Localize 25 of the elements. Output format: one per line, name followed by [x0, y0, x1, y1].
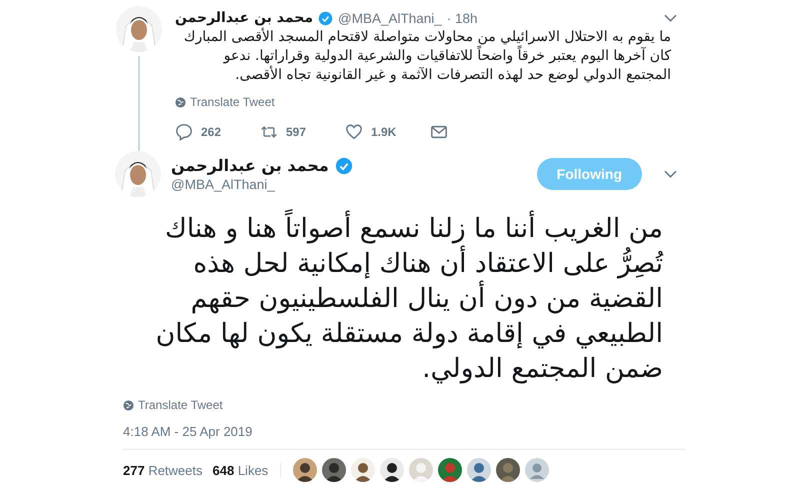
user-handle[interactable]: @MBA_AlThani_	[171, 177, 353, 192]
tweet-timestamp[interactable]: 4:18 AM - 25 Apr 2019	[123, 424, 685, 439]
envelope-icon[interactable]	[430, 123, 448, 141]
heart-icon[interactable]	[345, 123, 363, 141]
globe-icon	[123, 400, 134, 410]
action-count: 1.9K	[371, 125, 396, 139]
user-name[interactable]: محمد بن عبدالرحمن	[175, 10, 314, 26]
tweet-text: من الغريب أننا ما زلنا نسمع أصواتاً هنا و هناك تُصِرُّ على الاعتقاد أن هناك إمكانية لحل هذه القضية من دون أن ينال الفلسطينيون حقهم الطبيعي في إقامة دولة مستقلة يكون لها مكان ضمن المجتمع الدولي.	[145, 211, 663, 386]
stat-count[interactable]: 277 Retweets	[123, 462, 203, 478]
verified-badge-icon	[334, 156, 353, 174]
action-count: 262	[201, 125, 222, 139]
tweet-text: ما يقوم به الاحتلال الاسرائيلي من محاولات متواصلة لاقتحام المسجد الأقصى المبارك كان آخرها اليوم يعتبر خرقاً واضحاً للاتفاقيات والشرعية الدولية وقراراتها. ندعو المجتمع الدولي لوضع حد لهذه التصرفات الآثمة و غير القانونية تجاه الأقصى.	[182, 28, 671, 85]
chevron-down-icon[interactable]	[664, 14, 677, 22]
globe-icon	[175, 96, 186, 108]
verified-badge-icon	[318, 10, 334, 26]
user-handle[interactable]: @MBA_AlThani_	[338, 10, 442, 26]
tweet-time[interactable]: · 18h	[446, 10, 478, 26]
translate-link[interactable]: Translate Tweet	[138, 398, 223, 412]
translate-link[interactable]: Translate Tweet	[190, 95, 275, 109]
action-count: 597	[286, 125, 306, 139]
stat-count[interactable]: 648 Likes	[212, 462, 268, 478]
chevron-down-icon[interactable]	[664, 170, 677, 178]
comment-icon[interactable]	[175, 123, 193, 141]
default-avatar-icon[interactable]	[525, 458, 550, 482]
user-name[interactable]: محمد بن عبدالرحمن	[171, 156, 329, 175]
